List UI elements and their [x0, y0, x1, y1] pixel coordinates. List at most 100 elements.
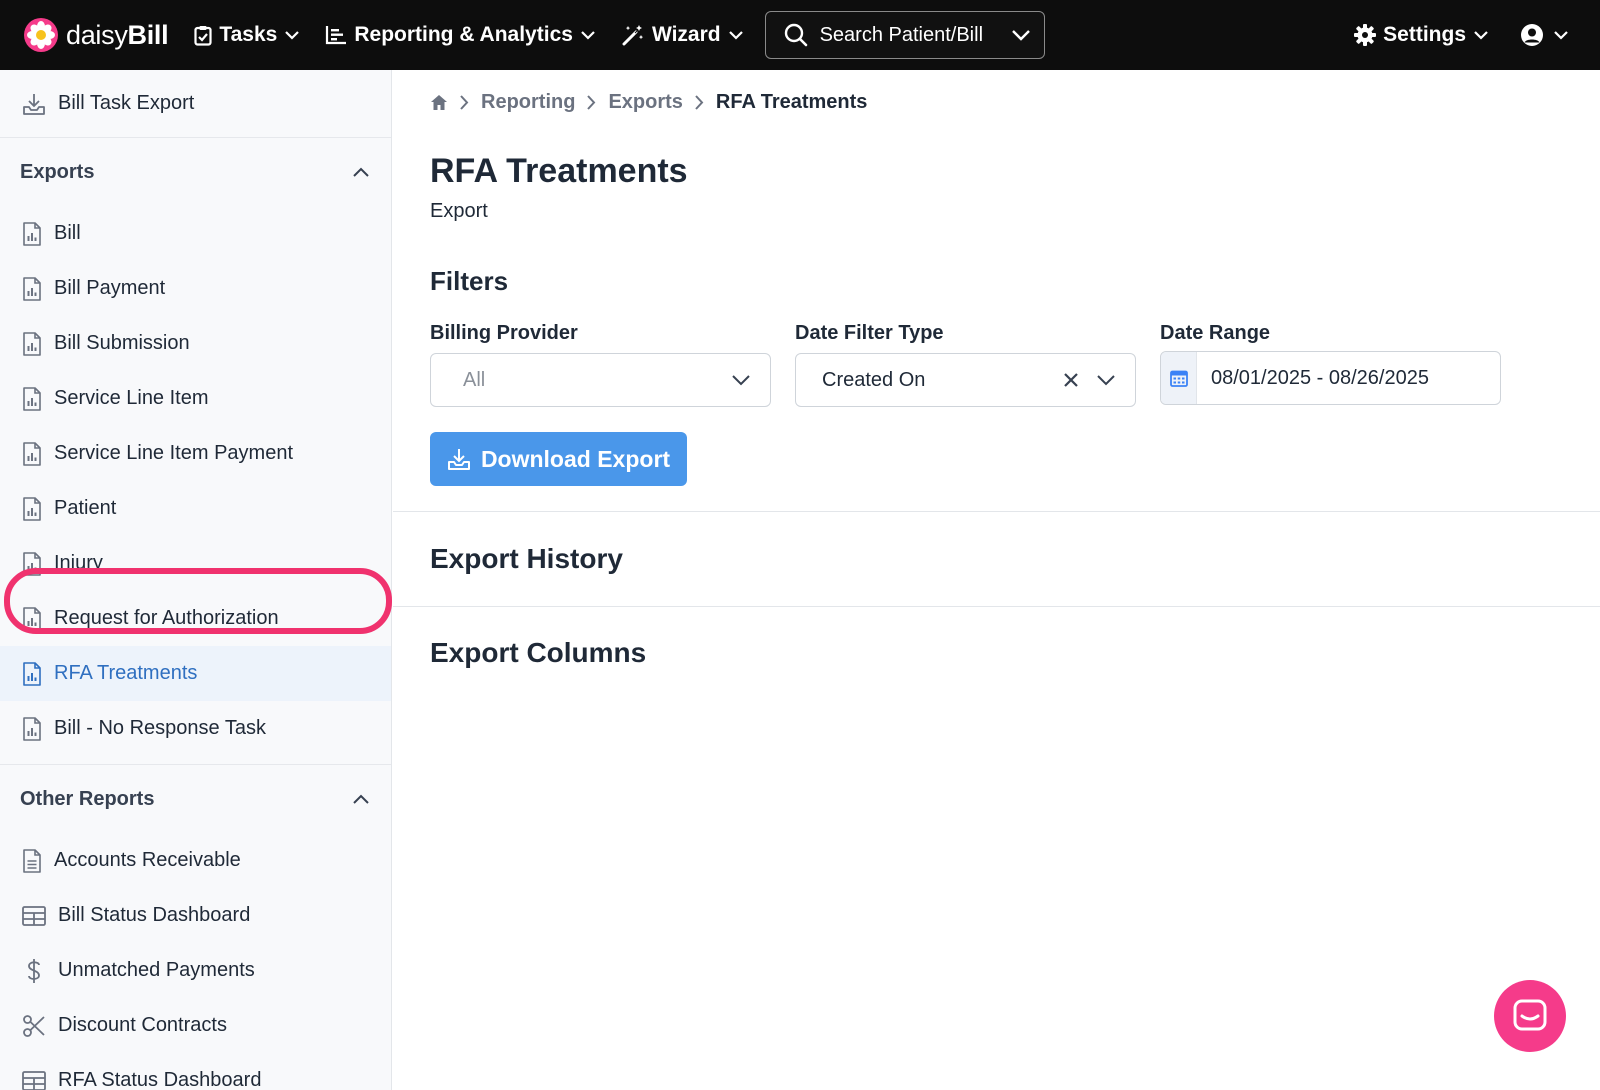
download-tray-icon	[447, 449, 470, 470]
report-file-icon	[23, 331, 41, 356]
sidebar-item-bill-payment[interactable]: Bill Payment	[0, 261, 391, 316]
calendar-icon[interactable]	[1161, 352, 1197, 404]
billing-provider-value: All	[463, 368, 486, 391]
exports-section-header[interactable]: Exports	[0, 138, 391, 206]
breadcrumb-current: RFA Treatments	[715, 90, 868, 113]
sidebar-item-label: Request for Authorization	[54, 607, 279, 629]
sidebar-item-label: Injury	[54, 552, 103, 574]
sidebar-item-label: RFA Status Dashboard	[58, 1069, 262, 1090]
sidebar-item-bill-submission[interactable]: Bill Submission	[0, 316, 391, 371]
top-navigation-bar: daisyBill Tasks Reporting & Analytics Wi…	[0, 0, 1600, 70]
report-file-icon	[23, 606, 41, 631]
download-export-button[interactable]: Download Export	[430, 432, 687, 486]
sidebar-item-rfa-treatments[interactable]: RFA Treatments	[0, 646, 391, 701]
brand-name: daisyBill	[66, 19, 169, 50]
sidebar-item-rfa-status-dashboard[interactable]: RFA Status Dashboard	[0, 1053, 391, 1090]
nav-wizard[interactable]: Wizard	[621, 23, 743, 47]
sidebar-item-label: Service Line Item Payment	[54, 442, 293, 464]
sidebar-item-request-for-authorization[interactable]: Request for Authorization	[0, 591, 391, 646]
sidebar-item-bill-status-dashboard[interactable]: Bill Status Dashboard	[0, 888, 391, 943]
chevron-down-icon	[1011, 29, 1030, 41]
chart-bars-icon	[326, 26, 347, 45]
sidebar-item-label: Bill Submission	[54, 332, 190, 354]
home-icon[interactable]	[430, 94, 448, 111]
gear-icon	[1354, 24, 1377, 46]
sidebar-item-label: Accounts Receivable	[54, 849, 241, 871]
clipboard-check-icon	[194, 25, 212, 46]
chevron-down-icon	[581, 30, 595, 40]
sidebar-item-bill-no-response-task[interactable]: Bill - No Response Task	[0, 701, 391, 756]
sidebar-item-label: Patient	[54, 497, 117, 519]
breadcrumb-reporting[interactable]: Reporting	[481, 91, 575, 114]
date-range-input[interactable]: 08/01/2025 - 08/26/2025	[1160, 351, 1501, 405]
sidebar-item-label: Bill - No Response Task	[54, 717, 266, 739]
chevron-up-icon	[353, 794, 369, 804]
nav-settings[interactable]: Settings	[1354, 23, 1488, 47]
sidebar-item-bill[interactable]: Bill	[0, 206, 391, 261]
section-divider	[393, 606, 1600, 607]
chevron-down-icon	[285, 30, 300, 40]
chevron-right-icon	[460, 94, 469, 110]
report-file-icon	[23, 386, 41, 411]
daisy-flower-icon	[24, 18, 58, 52]
report-file-icon	[23, 661, 41, 686]
sidebar-item-label: Bill	[54, 222, 81, 244]
chevron-down-icon	[1554, 30, 1568, 40]
sidebar-item-patient[interactable]: Patient	[0, 481, 391, 536]
chevron-down-icon	[728, 30, 743, 40]
search-icon	[784, 23, 807, 47]
report-file-icon	[23, 221, 41, 246]
chat-launcher-button[interactable]	[1494, 980, 1566, 1052]
export-columns-heading[interactable]: Export Columns	[430, 637, 646, 669]
report-file-icon	[23, 276, 41, 301]
sidebar-item-accounts-receivable[interactable]: Accounts Receivable	[0, 833, 391, 888]
sidebar-item-service-line-item[interactable]: Service Line Item	[0, 371, 391, 426]
document-icon	[23, 848, 41, 873]
page-title: RFA Treatments	[430, 152, 688, 190]
table-icon	[22, 905, 46, 926]
nav-tasks[interactable]: Tasks	[194, 23, 300, 47]
sidebar-item-service-line-item-payment[interactable]: Service Line Item Payment	[0, 426, 391, 481]
section-divider	[393, 511, 1600, 512]
sidebar-item-unmatched-payments[interactable]: Unmatched Payments	[0, 943, 391, 998]
sidebar-item-label: Discount Contracts	[58, 1014, 227, 1036]
dollar-icon	[28, 958, 40, 983]
date-range-value: 08/01/2025 - 08/26/2025	[1211, 366, 1429, 389]
chevron-down-icon	[732, 374, 750, 385]
search-patient-bill[interactable]: Search Patient/Bill	[764, 11, 1045, 59]
scissors-icon	[23, 1014, 45, 1037]
user-menu[interactable]	[1520, 23, 1568, 47]
sidebar-item-label: Bill Status Dashboard	[58, 904, 251, 926]
brand[interactable]: daisyBill	[24, 18, 169, 52]
chevron-up-icon	[353, 167, 369, 177]
export-history-heading[interactable]: Export History	[430, 543, 623, 575]
chevron-right-icon	[695, 94, 704, 110]
sidebar-item-label: Service Line Item	[54, 387, 209, 409]
breadcrumb-exports[interactable]: Exports	[608, 91, 682, 114]
date-range-label: Date Range	[1160, 322, 1271, 344]
nav-reporting-analytics[interactable]: Reporting & Analytics	[325, 23, 595, 47]
table-icon	[22, 1070, 46, 1090]
report-file-icon	[23, 441, 41, 466]
report-file-icon	[23, 551, 41, 576]
sidebar-item-bill-task-export[interactable]: Bill Task Export	[0, 70, 391, 138]
download-tray-icon	[23, 93, 45, 115]
sidebar-item-label: Bill Payment	[54, 277, 166, 299]
sidebar-item-label: Unmatched Payments	[58, 959, 255, 981]
page-subtitle: Export	[430, 200, 488, 222]
sidebar-item-discount-contracts[interactable]: Discount Contracts	[0, 998, 391, 1053]
sidebar-item-label: RFA Treatments	[54, 662, 198, 684]
chevron-down-icon	[1097, 374, 1115, 385]
date-filter-type-select[interactable]: Created On	[795, 353, 1136, 407]
report-file-icon	[23, 716, 41, 741]
user-avatar-icon	[1521, 24, 1543, 46]
breadcrumb: Reporting Exports RFA Treatments	[430, 90, 867, 114]
date-filter-type-label: Date Filter Type	[795, 322, 944, 344]
report-file-icon	[23, 496, 41, 521]
other-reports-section-header[interactable]: Other Reports	[0, 765, 391, 833]
main-content: Reporting Exports RFA Treatments RFA Tre…	[393, 70, 1600, 1090]
sidebar: Bill Task Export Exports Bill Bill Paymen…	[0, 70, 392, 1090]
sidebar-item-injury[interactable]: Injury	[0, 536, 391, 591]
clear-icon[interactable]	[1063, 372, 1079, 388]
billing-provider-select[interactable]: All	[430, 353, 771, 407]
